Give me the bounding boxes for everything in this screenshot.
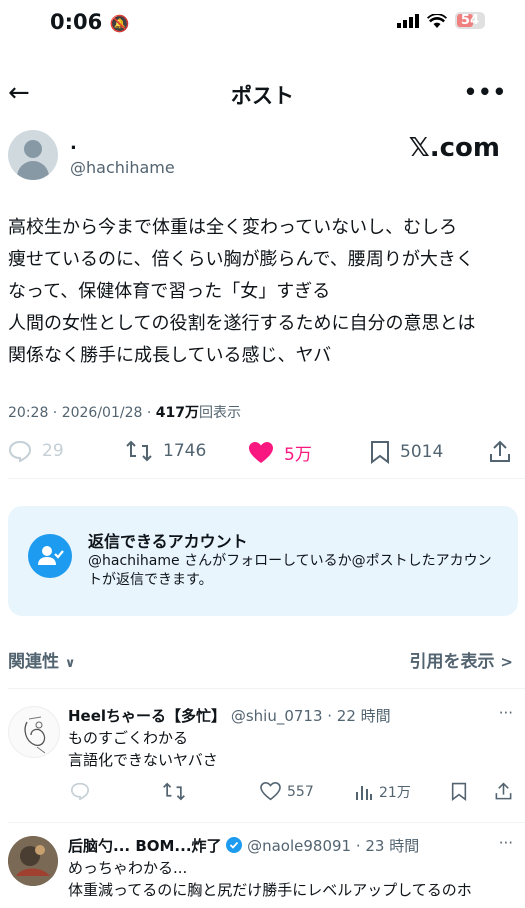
reply-icon <box>8 440 32 462</box>
verified-badge-icon <box>226 837 247 855</box>
heart-filled-icon <box>248 441 274 465</box>
views-button[interactable]: 21万 <box>355 782 411 802</box>
view-count: 417万 <box>155 405 199 421</box>
reply-actions: 557 21万 <box>0 782 525 810</box>
post-text: 高校生から今まで体重は全く変わっていないし、むしろ 痩せているのに、倍くらい胸が… <box>8 212 518 372</box>
chevron-down-icon: ∨ <box>64 656 76 671</box>
status-time: 0:06 🔕 <box>50 10 130 34</box>
user-check-icon <box>28 534 72 578</box>
reply-restriction-description: @hachihame さんがフォローしているか@ポストしたアカウントが返信できま… <box>88 553 492 588</box>
avatar[interactable] <box>8 706 60 758</box>
view-quotes-link[interactable]: 引用を表示 > <box>410 647 514 672</box>
reply-header: 后脑勺... BOM...炸了 @naole98091 · 23 時間 <box>68 835 419 856</box>
avatar[interactable] <box>8 130 58 180</box>
analytics-bar-icon <box>355 783 373 801</box>
reply-handle-time: @naole98091 · 23 時間 <box>247 837 420 855</box>
reply-restriction-title: 返信できるアカウント <box>88 532 248 551</box>
more-options-icon[interactable]: ··· <box>499 704 513 722</box>
post-line: 高校生から今まで体重は全く変わっていないし、むしろ <box>8 217 458 238</box>
post-line: なって、保健体育で習った「女」すぎる <box>8 281 331 302</box>
x-com-label: 𝕏.com <box>408 133 500 163</box>
reply-button[interactable] <box>70 782 90 800</box>
bookmark-icon <box>370 440 390 464</box>
post-timestamp: 20:28 · 2026/01/28 · <box>8 405 156 421</box>
divider <box>8 822 525 823</box>
post-actions: 29 1746 5万 5014 <box>0 440 525 472</box>
wifi-icon <box>426 13 447 28</box>
reply-author-name[interactable]: Heelちゃーる【多忙】 <box>68 707 226 725</box>
share-button[interactable] <box>488 440 512 464</box>
repost-button[interactable]: 1746 <box>125 440 206 462</box>
reply-text: ものすごくわかる 言語化できないヤバさ <box>68 729 218 769</box>
share-button[interactable] <box>494 782 513 801</box>
repost-icon <box>162 782 186 801</box>
battery-indicator: 54 <box>454 12 485 29</box>
bookmark-button[interactable] <box>451 782 467 801</box>
post-line: 痩せているのに、倍くらい胸が膨らんで、腰周りが大きく <box>8 249 474 270</box>
like-button[interactable]: 5万 <box>248 440 312 465</box>
bookmark-button[interactable]: 5014 <box>370 440 443 464</box>
more-options-icon[interactable]: ··· <box>499 834 513 852</box>
reply-author-name[interactable]: 后脑勺... BOM...炸了 <box>68 837 222 855</box>
reply-item[interactable]: Heelちゃーる【多忙】 @shiu_0713 · 22 時間 ··· ものすご… <box>0 700 525 820</box>
post-line: 関係なく勝手に成長している感じ、ヤバ <box>8 345 332 366</box>
reply-item[interactable]: 后脑勺... BOM...炸了 @naole98091 · 23 時間 ··· … <box>0 832 525 908</box>
chevron-right-icon: > <box>500 653 513 671</box>
bell-off-icon: 🔕 <box>109 14 130 33</box>
reply-button[interactable]: 29 <box>8 440 64 462</box>
status-indicators: 54 <box>396 12 485 29</box>
more-options-icon[interactable]: ••• <box>464 80 507 104</box>
signal-icon <box>396 13 419 28</box>
page-title: ポスト <box>231 84 294 108</box>
like-button[interactable]: 557 <box>260 782 314 801</box>
divider <box>8 478 525 479</box>
post-metadata: 20:28 · 2026/01/28 · 417万回表示 <box>8 402 241 422</box>
user-handle[interactable]: @hachihame <box>70 158 175 177</box>
share-icon <box>494 782 513 801</box>
reply-text: めっちゃわかる... 体重減ってるのに胸と尻だけ勝手にレベルアップしてるのホ <box>68 859 472 899</box>
reply-icon <box>70 782 90 800</box>
reply-header: Heelちゃーる【多忙】 @shiu_0713 · 22 時間 <box>68 705 391 726</box>
repost-button[interactable] <box>162 782 186 801</box>
display-name[interactable]: . <box>70 133 77 154</box>
repost-icon <box>125 440 153 462</box>
avatar[interactable] <box>8 836 58 886</box>
reply-handle-time: @shiu_0713 · 22 時間 <box>230 707 391 725</box>
share-icon <box>488 440 512 464</box>
reply-restriction-notice: 返信できるアカウント @hachihame さんがフォローしているか@ポストした… <box>8 506 518 616</box>
divider <box>8 688 525 689</box>
heart-icon <box>260 782 281 801</box>
sort-dropdown[interactable]: 関連性 ∨ <box>8 647 75 672</box>
views-label: 回表示 <box>198 405 241 421</box>
post-line: 人間の女性としての役割を遂行するために自分の意思とは <box>8 313 476 334</box>
bookmark-icon <box>451 782 467 801</box>
